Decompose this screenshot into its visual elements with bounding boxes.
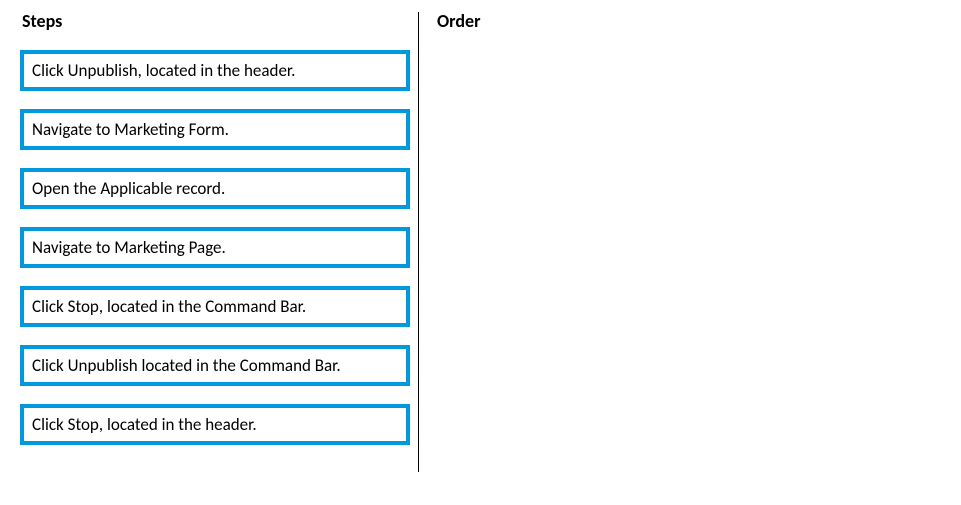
step-item[interactable]: Click Stop, located in the header. — [20, 404, 410, 445]
step-item[interactable]: Click Stop, located in the Command Bar. — [20, 286, 410, 327]
step-item[interactable]: Open the Applicable record. — [20, 168, 410, 209]
steps-header: Steps — [22, 10, 420, 32]
steps-column: Steps Click Unpublish, located in the he… — [20, 10, 420, 463]
order-header: Order — [437, 10, 941, 32]
main-container: Steps Click Unpublish, located in the he… — [0, 0, 961, 473]
step-item[interactable]: Navigate to Marketing Form. — [20, 109, 410, 150]
step-item[interactable]: Click Unpublish, located in the header. — [20, 50, 410, 91]
step-item[interactable]: Click Unpublish located in the Command B… — [20, 345, 410, 386]
column-divider — [418, 12, 419, 472]
order-column[interactable]: Order — [420, 10, 941, 463]
step-item[interactable]: Navigate to Marketing Page. — [20, 227, 410, 268]
